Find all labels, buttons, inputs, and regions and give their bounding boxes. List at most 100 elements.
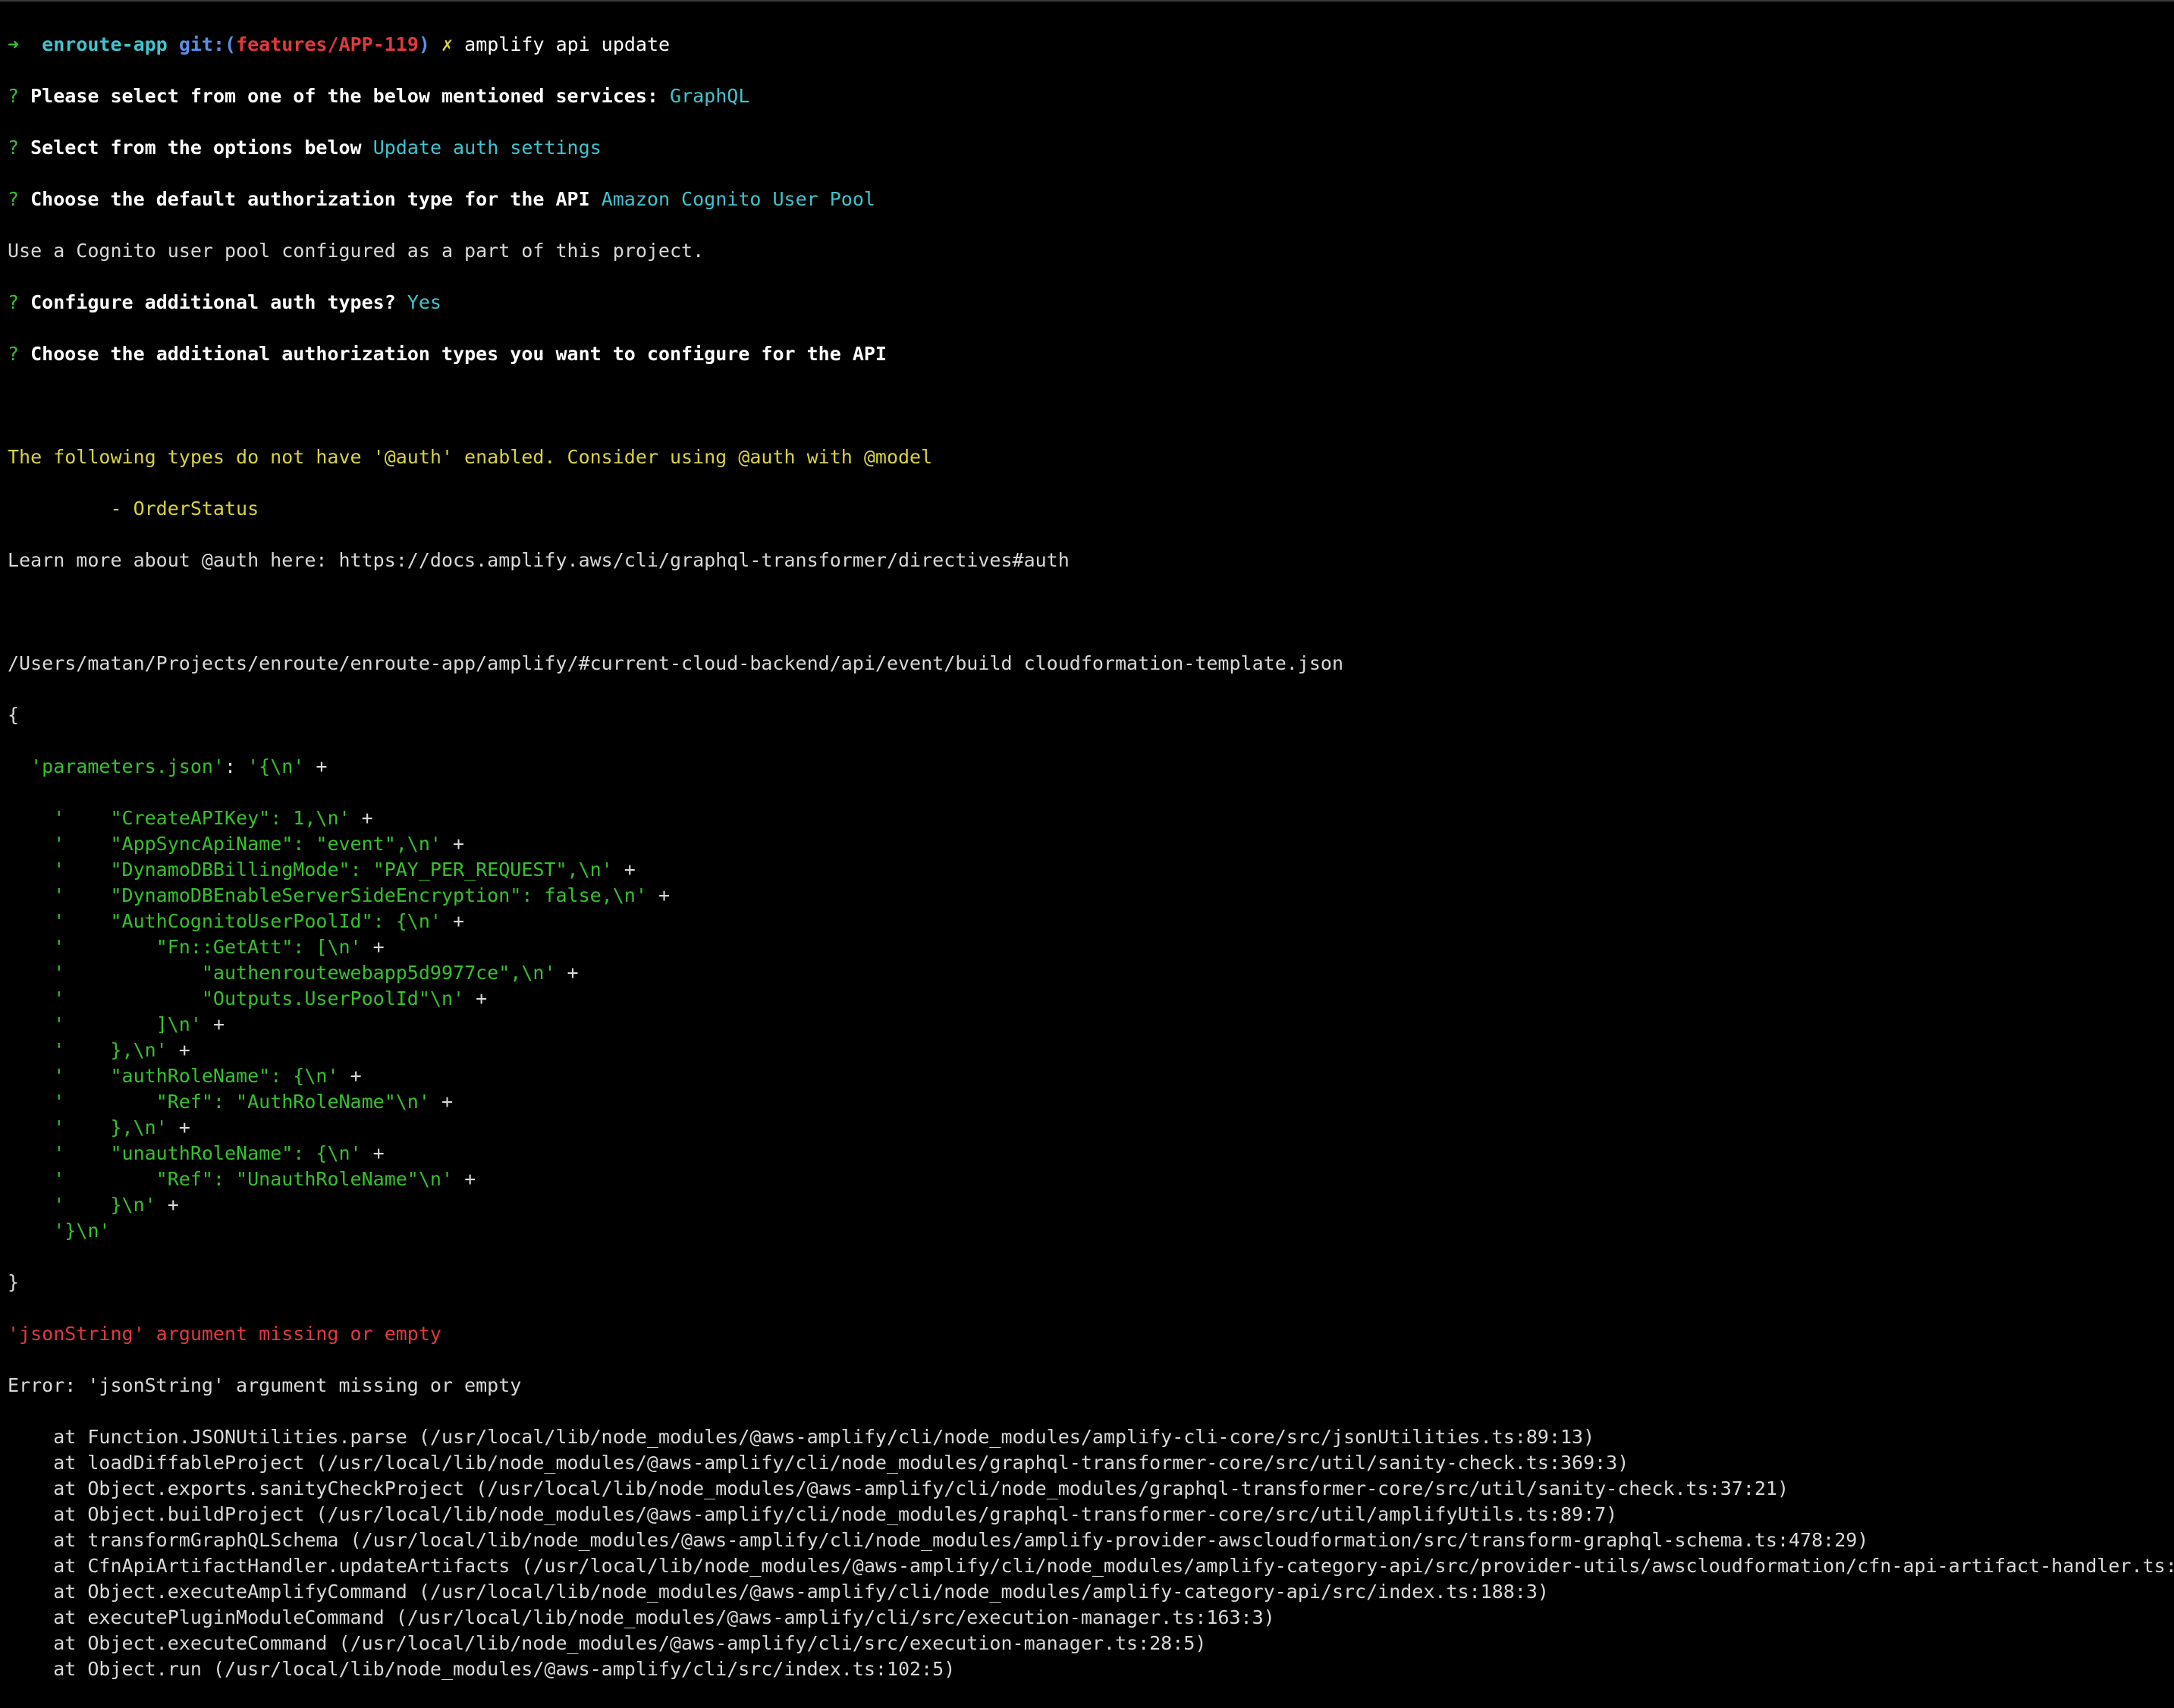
json-line: ' "authRoleName": {\n' + — [8, 1063, 2174, 1089]
prompt-line: ➜ enroute-app git:(features/APP-119) ✗ a… — [8, 32, 2174, 58]
json-plus: + — [167, 1039, 190, 1061]
json-line: ' "Ref": "UnauthRoleName"\n' + — [8, 1166, 2174, 1192]
json-plus: + — [464, 987, 488, 1009]
question-line-options: ? Select from the options below Update a… — [8, 135, 2174, 161]
prompt-directory: enroute-app — [42, 33, 168, 55]
stack-trace-line: at Object.executeAmplifyCommand (/usr/lo… — [8, 1581, 1549, 1603]
question-text: Choose the default authorization type fo… — [30, 188, 590, 210]
json-line: ' }\n' + — [8, 1192, 2174, 1218]
json-line: '}\n' — [8, 1218, 2174, 1244]
json-plus: + — [453, 1168, 476, 1190]
error-message-red: 'jsonString' argument missing or empty — [8, 1323, 441, 1345]
stack-trace-line: at Object.run (/usr/local/lib/node_modul… — [8, 1658, 956, 1680]
json-open-brace: { — [8, 704, 20, 726]
json-line: ' },\n' + — [8, 1038, 2174, 1063]
json-string: ' ]\n' — [53, 1013, 202, 1035]
json-string: ' "Fn::GetAtt": [\n' — [53, 936, 362, 958]
json-plus: + — [338, 1065, 362, 1087]
stack-trace-line: at transformGraphQLSchema (/usr/local/li… — [8, 1529, 1869, 1551]
stack-trace-line: at CfnApiArtifactHandler.updateArtifacts… — [8, 1555, 2174, 1577]
prompt-arrow-icon: ➜ — [8, 33, 20, 55]
prompt-git-prefix: git:( — [178, 33, 237, 55]
json-plus: + — [350, 807, 373, 829]
json-line: ' "DynamoDBEnableServerSideEncryption": … — [8, 883, 2174, 909]
stack-trace: at Function.JSONUtilities.parse (/usr/lo… — [8, 1424, 2174, 1682]
json-plus: + — [429, 1091, 454, 1113]
json-string: ' "unauthRoleName": {\n' — [53, 1142, 362, 1164]
error-message: Error: 'jsonString' argument missing or … — [8, 1374, 522, 1396]
json-plus: + — [361, 936, 385, 958]
stack-trace-line: at Object.buildProject (/usr/local/lib/n… — [8, 1503, 1618, 1525]
learn-more-line: Learn more about @auth here: https://doc… — [8, 549, 1070, 571]
terminal-window[interactable]: ➜ enroute-app git:(features/APP-119) ✗ a… — [0, 0, 2174, 1680]
stack-trace-line: at executePluginModuleCommand (/usr/loca… — [8, 1606, 1275, 1628]
question-answer: GraphQL — [670, 85, 750, 107]
question-line-service: ? Please select from one of the below me… — [8, 83, 2174, 109]
json-string: '}\n' — [53, 1220, 111, 1242]
stack-trace-line: at Object.executeCommand (/usr/local/lib… — [8, 1632, 1207, 1654]
json-close-brace: } — [8, 1271, 20, 1293]
stack-trace-line: at Object.exports.sanityCheckProject (/u… — [8, 1477, 1789, 1499]
question-line-additional-auth: ? Configure additional auth types? Yes — [8, 290, 2174, 316]
json-plus: + — [441, 833, 465, 855]
json-string: ' "Ref": "AuthRoleName"\n' — [53, 1091, 430, 1113]
json-plus: + — [361, 1142, 385, 1164]
auth-warning-line: The following types do not have '@auth' … — [8, 446, 933, 468]
prompt-dirty-mark-icon: ✗ — [441, 33, 454, 55]
question-mark-icon: ? — [8, 188, 20, 210]
json-plus: + — [167, 1116, 190, 1138]
json-plus: + — [555, 962, 579, 984]
prompt-git-suffix: ) — [418, 33, 430, 55]
question-line-auth-type: ? Choose the default authorization type … — [8, 187, 2174, 212]
json-string: ' "authRoleName": {\n' — [53, 1065, 339, 1087]
json-line: ' "AppSyncApiName": "event",\n' + — [8, 831, 2174, 857]
prompt-command: amplify api update — [464, 33, 671, 55]
json-line: ' "DynamoDBBillingMode": "PAY_PER_REQUES… — [8, 857, 2174, 883]
question-mark-icon: ? — [8, 137, 20, 159]
json-line: ' "authenroutewebapp5d9977ce",\n' + — [8, 960, 2174, 986]
json-string: ' },\n' — [53, 1039, 168, 1061]
question-mark-icon: ? — [8, 343, 20, 365]
json-string: ' },\n' — [53, 1116, 168, 1138]
json-string: ' }\n' — [53, 1194, 156, 1216]
stack-trace-line: at loadDiffableProject (/usr/local/lib/n… — [8, 1452, 1629, 1474]
json-string: ' "DynamoDBEnableServerSideEncryption": … — [53, 884, 647, 906]
json-string: ' "AppSyncApiName": "event",\n' — [53, 833, 441, 855]
build-path-line: /Users/matan/Projects/enroute/enroute-ap… — [8, 652, 1343, 674]
question-mark-icon: ? — [8, 291, 20, 313]
json-string: ' "CreateAPIKey": 1,\n' — [53, 807, 350, 829]
json-value: '{\n' — [247, 755, 305, 777]
json-string: ' "Outputs.UserPoolId"\n' — [53, 987, 465, 1009]
json-plus: + — [156, 1194, 179, 1216]
question-text: Select from the options below — [30, 137, 362, 159]
json-line: ' "Outputs.UserPoolId"\n' + — [8, 986, 2174, 1012]
prompt-git-branch: features/APP-119 — [236, 33, 419, 55]
json-plus: + — [646, 884, 670, 906]
json-line: ' "CreateAPIKey": 1,\n' + — [8, 805, 2174, 831]
json-colon: : — [224, 755, 248, 777]
question-text: Configure additional auth types? — [30, 291, 396, 313]
json-string: ' "AuthCognitoUserPoolId": {\n' — [53, 910, 441, 932]
question-answer: Amazon Cognito User Pool — [601, 188, 875, 210]
json-plus: + — [201, 1013, 225, 1035]
question-answer: Yes — [407, 291, 441, 313]
json-key: 'parameters.json' — [30, 755, 225, 777]
json-plus: + — [612, 859, 636, 881]
json-line: ' "unauthRoleName": {\n' + — [8, 1141, 2174, 1166]
json-string: ' "authenroutewebapp5d9977ce",\n' — [53, 962, 556, 984]
cognito-note: Use a Cognito user pool configured as a … — [8, 240, 705, 262]
json-string: ' "Ref": "UnauthRoleName"\n' — [53, 1168, 454, 1190]
